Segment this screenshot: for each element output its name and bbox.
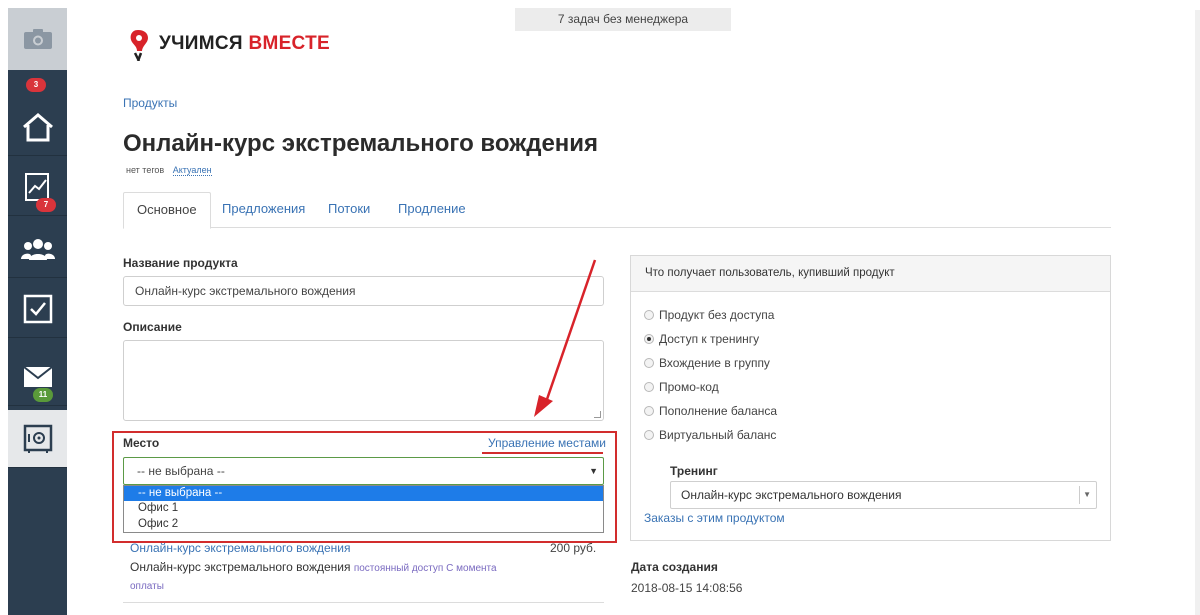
radio-checked-icon [644, 334, 654, 344]
radio-option[interactable]: Вхождение в группу [644, 356, 770, 370]
radio-icon [644, 382, 654, 392]
radio-icon [644, 406, 654, 416]
tasks-notice[interactable]: 7 задач без менеджера [515, 8, 731, 31]
radio-option[interactable]: Доступ к тренингу [644, 332, 759, 346]
manage-places-underline [482, 452, 603, 454]
scrollbar[interactable] [1195, 10, 1200, 615]
place-select[interactable]: -- не выбрана -- ▼ [123, 457, 604, 485]
radio-label: Вхождение в группу [659, 356, 770, 370]
checkbox-icon [23, 294, 52, 323]
description-label: Описание [123, 320, 182, 334]
caret-down-icon: ▼ [589, 466, 598, 476]
radio-label: Продукт без доступа [659, 308, 775, 322]
tab-offers[interactable]: Предложения [209, 192, 318, 229]
created-value: 2018-08-15 14:08:56 [631, 581, 743, 595]
safe-icon [23, 424, 52, 453]
sidebar-item-camera[interactable] [8, 8, 67, 70]
logo-text-part1: УЧИМСЯ [159, 33, 243, 54]
training-label: Тренинг [670, 464, 718, 478]
caret-down-icon: ▼ [1083, 490, 1091, 499]
place-select-value: -- не выбрана -- [137, 464, 225, 478]
page-title: Онлайн-курс экстремального вождения [123, 130, 599, 157]
tab-main[interactable]: Основное [123, 192, 211, 229]
notification-badge: 3 [26, 78, 46, 92]
breadcrumb[interactable]: Продукты [123, 96, 177, 110]
status-link[interactable]: Актуален [172, 165, 212, 176]
orders-link[interactable]: Заказы с этим продуктом [644, 511, 785, 525]
annotation-arrow-icon [534, 259, 597, 417]
place-option[interactable]: Офис 2 [124, 517, 603, 532]
offer-name-link[interactable]: Онлайн-курс экстремального вождения [130, 541, 350, 555]
sidebar-item-stats[interactable]: 7 [8, 158, 67, 216]
offer-desc-text: Онлайн-курс экстремального вождения [130, 560, 351, 574]
select-separator [1079, 486, 1080, 504]
sidebar-item-mail[interactable]: 11 [8, 348, 67, 406]
tab-streams[interactable]: Потоки [315, 192, 383, 229]
tab-renewal[interactable]: Продление [385, 192, 479, 229]
manage-places-link[interactable]: Управление местами [488, 436, 606, 450]
place-option[interactable]: -- не выбрана -- [124, 486, 603, 502]
product-name-label: Название продукта [123, 256, 238, 270]
mail-icon [22, 365, 53, 387]
home-icon [22, 112, 53, 141]
stats-badge: 7 [36, 198, 56, 212]
sidebar: 3 7 11 [8, 8, 67, 615]
radio-icon [644, 310, 654, 320]
place-label: Место [123, 436, 160, 450]
radio-option[interactable]: Продукт без доступа [644, 308, 774, 322]
tags-text: нет тегов [126, 165, 165, 175]
radio-option[interactable]: Виртуальный баланс [644, 428, 776, 442]
radio-label: Пополнение баланса [659, 404, 778, 418]
mail-badge: 11 [33, 388, 53, 402]
divider [123, 602, 604, 603]
place-dropdown: -- не выбрана -- Офис 1 Офис 2 [123, 485, 604, 533]
logo[interactable]: УЧИМСЯ ВМЕСТЕ [128, 27, 330, 61]
offer-price: 200 руб. [550, 541, 597, 555]
created-label: Дата создания [631, 560, 718, 574]
sidebar-item-tasks[interactable] [8, 280, 67, 338]
radio-icon [644, 430, 654, 440]
training-select-value: Онлайн-курс экстремального вождения [681, 488, 902, 502]
sidebar-item-users[interactable] [8, 220, 67, 278]
radio-label: Промо-код [659, 380, 719, 394]
place-option[interactable]: Офис 1 [124, 501, 603, 516]
tags-row: нет тегов Актуален [126, 165, 212, 176]
radio-option[interactable]: Пополнение баланса [644, 404, 777, 418]
tab-bar: Основное Предложения Потоки Продление [123, 192, 1111, 229]
users-icon [20, 238, 55, 260]
radio-label: Доступ к тренингу [659, 332, 760, 346]
camera-icon [23, 29, 52, 49]
radio-icon [644, 358, 654, 368]
radio-label: Виртуальный баланс [659, 428, 777, 442]
sidebar-item-home[interactable] [8, 98, 67, 156]
panel-header: Что получает пользователь, купивший прод… [631, 256, 1110, 292]
logo-icon [130, 30, 148, 61]
logo-text-part2: ВМЕСТЕ [248, 33, 330, 54]
sidebar-item-safe[interactable] [8, 410, 67, 468]
training-select[interactable]: Онлайн-курс экстремального вождения ▼ [670, 481, 1097, 509]
offer-description: Онлайн-курс экстремального вождения пост… [130, 559, 510, 595]
radio-option[interactable]: Промо-код [644, 380, 719, 394]
